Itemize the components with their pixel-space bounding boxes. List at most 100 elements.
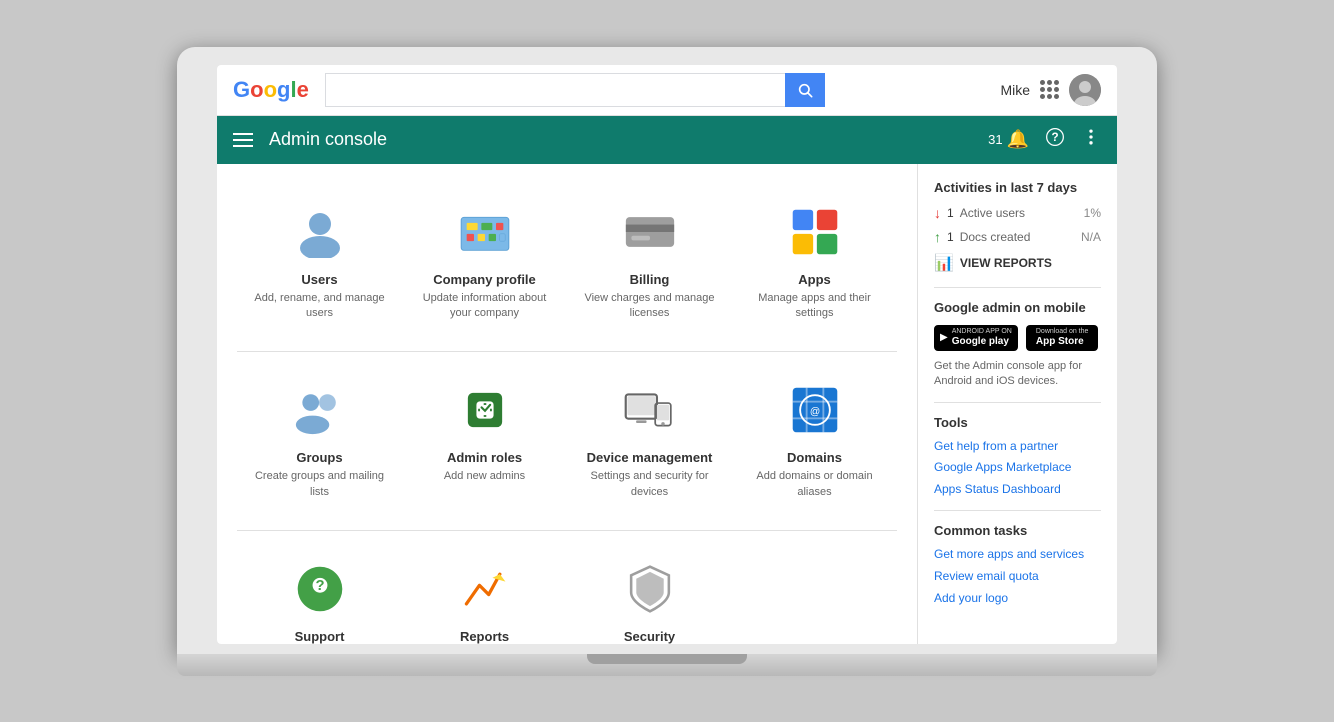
company-profile-icon xyxy=(457,204,513,260)
grid-row-1: Users Add, rename, and manage users xyxy=(217,174,917,352)
apps-desc: Manage apps and their settings xyxy=(742,291,887,322)
sidebar-divider-2 xyxy=(934,402,1101,403)
admin-nav: Admin console 31 🔔 ? xyxy=(217,116,1117,164)
search-bar-wrap xyxy=(325,73,825,107)
add-logo-link[interactable]: Add your logo xyxy=(934,590,1101,607)
billing-desc: View charges and manage licenses xyxy=(577,291,722,322)
activity-item-active-users: ↓ 1 Active users 1% xyxy=(934,205,1101,221)
users-icon xyxy=(292,204,348,260)
notification-badge[interactable]: 31 🔔 xyxy=(988,129,1029,150)
avatar[interactable] xyxy=(1069,74,1101,106)
users-title: Users xyxy=(301,272,337,287)
bell-icon: 🔔 xyxy=(1007,129,1029,150)
support-title: Support xyxy=(295,629,345,643)
support-icon: ? xyxy=(292,561,348,617)
partner-link[interactable]: Get help from a partner xyxy=(934,438,1101,455)
sidebar: Activities in last 7 days ↓ 1 Active use… xyxy=(917,164,1117,644)
arrow-down-icon: ↓ xyxy=(934,205,941,221)
admin-console-title: Admin console xyxy=(269,129,988,150)
reports-title: Reports xyxy=(460,629,509,643)
apps-grid-icon[interactable] xyxy=(1040,80,1059,99)
grid-item-company-profile[interactable]: Company profile Update information about… xyxy=(402,184,567,342)
logo-e: e xyxy=(297,77,309,103)
more-options-icon[interactable] xyxy=(1081,127,1101,152)
email-quota-link[interactable]: Review email quota xyxy=(934,568,1101,585)
main-layout: Users Add, rename, and manage users xyxy=(217,164,1117,644)
grid-item-security[interactable]: Security Manage security features xyxy=(567,541,732,643)
grid-item-device-management[interactable]: Device management Settings and security … xyxy=(567,362,732,520)
company-profile-desc: Update information about your company xyxy=(412,291,557,322)
groups-title: Groups xyxy=(296,450,342,465)
mobile-section-title: Google admin on mobile xyxy=(934,300,1101,315)
svg-text:@: @ xyxy=(809,407,819,418)
play-main-label: Google play xyxy=(952,336,1012,348)
grid-item-apps[interactable]: Apps Manage apps and their settings xyxy=(732,184,897,342)
grid-item-users[interactable]: Users Add, rename, and manage users xyxy=(237,184,402,342)
search-button[interactable] xyxy=(785,73,825,107)
users-desc: Add, rename, and manage users xyxy=(247,291,392,322)
logo-g: G xyxy=(233,77,250,103)
laptop-screen: Google Mike xyxy=(217,65,1117,644)
app-badges: ▶ ANDROID APP ON Google play xyxy=(934,325,1101,351)
common-tasks-title: Common tasks xyxy=(934,523,1101,538)
billing-icon xyxy=(622,204,678,260)
admin-roles-icon xyxy=(457,382,513,438)
grid-item-empty xyxy=(732,541,897,643)
billing-title: Billing xyxy=(630,272,670,287)
docs-created-count: 1 xyxy=(947,230,954,244)
hamburger-menu[interactable] xyxy=(233,133,253,147)
device-management-title: Device management xyxy=(587,450,713,465)
search-input[interactable] xyxy=(325,73,785,107)
notification-count: 31 xyxy=(988,132,1002,147)
grid-item-admin-roles[interactable]: Admin roles Add new admins xyxy=(402,362,567,520)
docs-created-percent: N/A xyxy=(1081,230,1101,244)
grid-item-billing[interactable]: Billing View charges and manage licenses xyxy=(567,184,732,342)
activity-item-docs-created: ↑ 1 Docs created N/A xyxy=(934,229,1101,245)
grid-row-2: Groups Create groups and mailing lists xyxy=(217,352,917,530)
active-users-percent: 1% xyxy=(1084,206,1101,220)
search-icon xyxy=(797,82,813,98)
mobile-desc: Get the Admin console app for Android an… xyxy=(934,359,1101,390)
grid-item-reports[interactable]: Reports Track usage of services xyxy=(402,541,567,643)
admin-roles-desc: Add new admins xyxy=(444,469,525,484)
get-apps-link[interactable]: Get more apps and services xyxy=(934,546,1101,563)
reports-icon xyxy=(457,561,513,617)
active-users-count: 1 xyxy=(947,206,954,220)
device-management-icon xyxy=(622,382,678,438)
marketplace-link[interactable]: Google Apps Marketplace xyxy=(934,459,1101,476)
domains-icon: @ xyxy=(787,382,843,438)
device-management-desc: Settings and security for devices xyxy=(577,469,722,500)
company-profile-title: Company profile xyxy=(433,272,536,287)
avatar-image xyxy=(1069,74,1101,106)
groups-desc: Create groups and mailing lists xyxy=(247,469,392,500)
appstore-sub-label: Download on the xyxy=(1036,328,1089,336)
grid-item-domains[interactable]: @ Domains Add domains or domain aliases xyxy=(732,362,897,520)
google-play-badge[interactable]: ▶ ANDROID APP ON Google play xyxy=(934,325,1018,351)
sidebar-divider-3 xyxy=(934,510,1101,511)
tools-title: Tools xyxy=(934,415,1101,430)
grid-item-support[interactable]: ? Support Talk with our support team xyxy=(237,541,402,643)
status-dashboard-link[interactable]: Apps Status Dashboard xyxy=(934,481,1101,498)
docs-created-label: Docs created xyxy=(960,230,1075,244)
play-logo: ▶ xyxy=(940,332,948,343)
appstore-main-label: App Store xyxy=(1036,336,1089,348)
play-sub-label: ANDROID APP ON xyxy=(952,328,1012,336)
security-title: Security xyxy=(624,629,675,643)
view-reports-link[interactable]: VIEW REPORTS xyxy=(960,256,1052,270)
svg-text:?: ? xyxy=(315,578,324,594)
active-users-label: Active users xyxy=(960,206,1078,220)
arrow-up-icon: ↑ xyxy=(934,229,941,245)
header-right: Mike xyxy=(1000,74,1101,106)
help-icon[interactable]: ? xyxy=(1045,127,1065,152)
screen-bezel: Google Mike xyxy=(177,47,1157,654)
apps-icon xyxy=(787,204,843,260)
domains-title: Domains xyxy=(787,450,842,465)
google-header: Google Mike xyxy=(217,65,1117,116)
app-store-badge[interactable]: Download on the App Store xyxy=(1026,325,1098,351)
grid-item-groups[interactable]: Groups Create groups and mailing lists xyxy=(237,362,402,520)
logo-o1: o xyxy=(250,77,263,103)
laptop-base xyxy=(177,654,1157,676)
domains-desc: Add domains or domain aliases xyxy=(742,469,887,500)
content-area: Users Add, rename, and manage users xyxy=(217,164,917,644)
admin-roles-title: Admin roles xyxy=(447,450,522,465)
